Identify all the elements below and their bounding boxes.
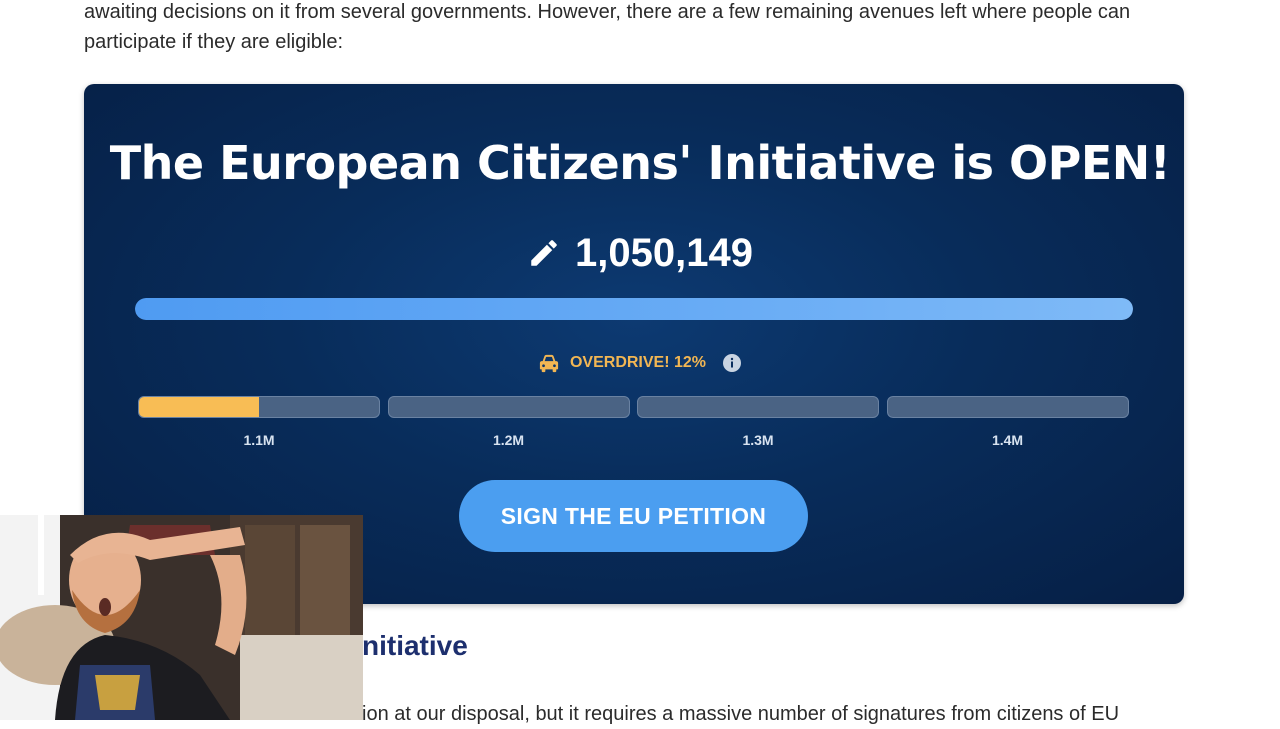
milestone-label: 1.1M — [243, 432, 275, 448]
milestone-segment — [637, 396, 879, 418]
webcam-streamer-image — [0, 515, 363, 720]
milestone-segment — [387, 396, 630, 418]
milestone-segment — [138, 396, 380, 418]
section-heading: nitiative — [362, 630, 468, 661]
info-icon[interactable] — [722, 353, 742, 373]
intro-line-2: participate if they are eligible: — [84, 31, 344, 53]
sign-petition-button[interactable]: SIGN THE EU PETITION — [459, 480, 808, 552]
intro-line-1: awaiting decisions on it from several go… — [84, 1, 1131, 23]
pencil-icon — [531, 240, 557, 266]
webcam-overlay — [0, 515, 363, 720]
milestone-segment — [886, 396, 1129, 418]
overdrive-label: OVERDRIVE! 12% — [569, 354, 707, 371]
section-body-text: ion at our disposal, but it requires a m… — [362, 703, 1120, 725]
milestone-segments — [138, 396, 1130, 418]
milestone-label: 1.3M — [742, 432, 774, 448]
main-progress-fill — [135, 298, 1133, 320]
overdrive-row: OVERDRIVE! 12% — [0, 350, 1280, 376]
petition-title: The European Citizens' Initiative is OPE… — [109, 136, 1171, 190]
milestone-label: 1.2M — [492, 432, 525, 448]
milestone-segment-fill — [139, 397, 259, 417]
milestone-label: 1.4M — [991, 432, 1024, 448]
intro-paragraph: awaiting decisions on it from several go… — [84, 0, 1194, 57]
signature-count: 1,050,149 — [575, 230, 753, 275]
main-progress-bar — [135, 298, 1133, 320]
signature-count-row: 1,050,149 — [0, 228, 1280, 278]
car-icon — [539, 354, 559, 373]
